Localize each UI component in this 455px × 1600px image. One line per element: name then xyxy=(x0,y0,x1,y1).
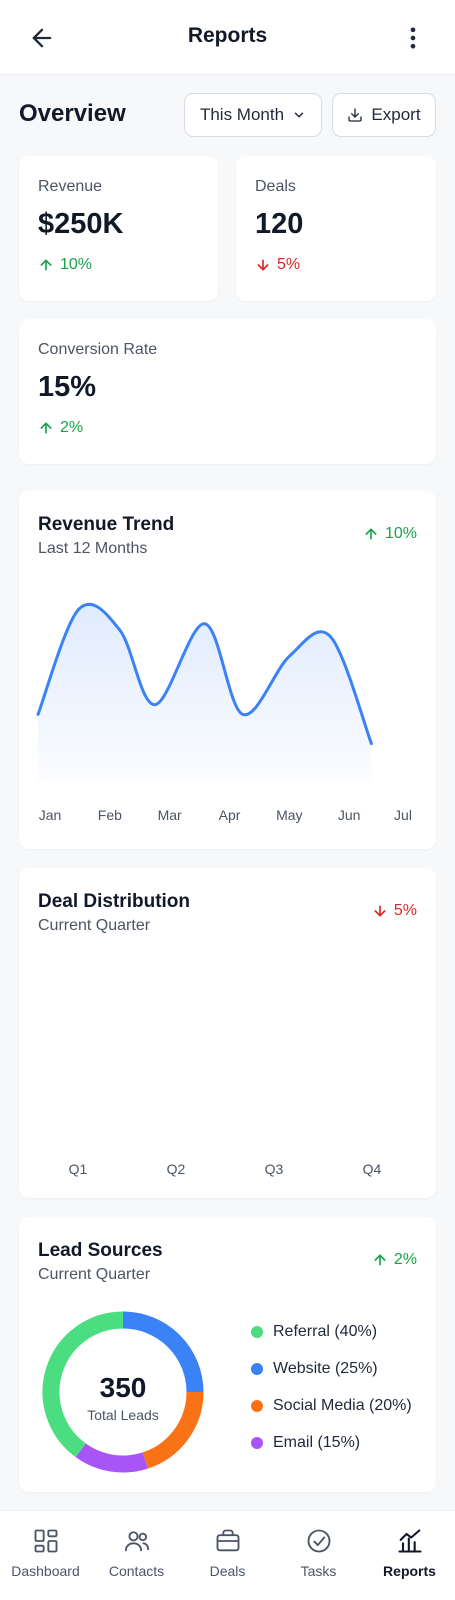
legend-label: Referral (40%) xyxy=(273,1323,378,1340)
card-title: Deal Distribution xyxy=(38,891,191,912)
check-circle-icon xyxy=(307,1529,330,1553)
legend-item-referral: Referral (40%) xyxy=(251,1323,377,1341)
deal-distribution-card: Deal Distribution Current Quarter 5% Q1 Q… xyxy=(19,868,436,1198)
donut-total-label: Total Leads xyxy=(87,1407,159,1423)
export-button-label: Export xyxy=(371,105,421,124)
x-axis-tick-label: Q3 xyxy=(264,1161,284,1177)
card-delta: 2% xyxy=(372,1251,417,1269)
card-delta-value: 2% xyxy=(393,1251,417,1268)
download-icon xyxy=(348,108,363,122)
overview-heading: Overview xyxy=(19,100,126,127)
stat-delta-value: 2% xyxy=(60,419,84,436)
stat-delta-value: 5% xyxy=(277,256,301,273)
revenue-trend-chart xyxy=(36,602,373,781)
legend-dot xyxy=(251,1363,263,1375)
legend-item-website: Website (25%) xyxy=(251,1360,378,1378)
card-title: Lead Sources xyxy=(38,1240,163,1261)
x-axis-tick-label: Feb xyxy=(97,807,122,823)
dashboard-icon xyxy=(34,1529,57,1553)
tab-deals[interactable]: Deals xyxy=(182,1511,273,1600)
arrow-down-icon xyxy=(257,259,269,271)
legend-item-social-media: Social Media (20%) xyxy=(251,1397,412,1415)
arrow-up-icon xyxy=(374,1254,386,1266)
stat-value: $250K xyxy=(38,208,124,240)
card-subtitle: Current Quarter xyxy=(38,1266,151,1283)
card-subtitle: Current Quarter xyxy=(38,917,151,934)
chevron-down-icon xyxy=(294,112,304,118)
x-axis-tick-label: May xyxy=(276,807,303,823)
legend-label: Social Media (20%) xyxy=(273,1397,412,1414)
stat-label: Deals xyxy=(255,178,296,195)
stat-delta: 5% xyxy=(255,256,300,274)
x-axis-tick-label: Q2 xyxy=(166,1161,186,1177)
arrow-up-icon xyxy=(40,259,52,271)
contacts-icon xyxy=(124,1531,149,1552)
x-axis-tick-label: Q1 xyxy=(68,1161,88,1177)
stat-value: 15% xyxy=(38,371,97,403)
revenue-stat-card: Revenue $250K 10% xyxy=(19,156,218,301)
legend-label: Email (15%) xyxy=(273,1434,361,1451)
deals-stat-card: Deals 120 5% xyxy=(236,156,436,301)
x-axis-tick-label: Apr xyxy=(218,807,241,823)
stat-value: 120 xyxy=(255,208,304,240)
more-vertical-icon xyxy=(410,27,416,49)
stat-delta-value: 10% xyxy=(60,256,93,273)
page-title: Reports xyxy=(187,24,268,47)
x-axis-tick-label: Jun xyxy=(337,807,361,823)
top-app-bar: Reports xyxy=(0,0,455,75)
tab-contacts[interactable]: Contacts xyxy=(91,1511,182,1600)
x-axis-tick-label: Jan xyxy=(38,807,62,823)
tab-label: Tasks xyxy=(300,1563,337,1579)
conversion-stat-card: Conversion Rate 15% 2% xyxy=(19,319,436,464)
x-axis-tick-label: Jul xyxy=(394,807,412,823)
tab-label: Reports xyxy=(383,1563,436,1579)
legend-label: Website (25%) xyxy=(273,1360,378,1377)
legend-dot xyxy=(251,1437,263,1449)
arrow-up-icon xyxy=(40,422,52,434)
stat-delta: 2% xyxy=(38,419,83,437)
bottom-tab-bar: Dashboard Contacts Deals Tasks Reports xyxy=(0,1510,455,1600)
tab-label: Dashboard xyxy=(11,1563,80,1579)
revenue-trend-card: Revenue Trend Last 12 Months 10% Jan Feb M… xyxy=(19,491,436,849)
tab-reports[interactable]: Reports xyxy=(364,1511,455,1600)
period-select-label: This Month xyxy=(199,105,285,124)
tab-dashboard[interactable]: Dashboard xyxy=(0,1511,91,1600)
tab-label: Contacts xyxy=(108,1563,165,1579)
legend-dot xyxy=(251,1400,263,1412)
more-options-button[interactable] xyxy=(399,24,427,52)
legend-item-email: Email (15%) xyxy=(251,1434,360,1452)
donut-slice-email xyxy=(75,1443,148,1473)
lead-sources-card: Lead Sources Current Quarter 2% 350 Tota… xyxy=(19,1217,436,1492)
stat-delta: 10% xyxy=(38,256,92,274)
period-select[interactable]: This Month xyxy=(184,93,322,137)
tab-tasks[interactable]: Tasks xyxy=(273,1511,364,1600)
card-delta-value: 5% xyxy=(393,902,417,919)
export-button[interactable]: Export xyxy=(332,93,436,137)
legend-dot xyxy=(251,1326,263,1338)
stat-label: Conversion Rate xyxy=(38,341,158,358)
arrow-down-icon xyxy=(374,905,386,917)
donut-total-value: 350 xyxy=(99,1372,147,1403)
x-axis-tick-label: Mar xyxy=(157,807,182,823)
card-delta: 5% xyxy=(372,902,417,920)
chart-icon xyxy=(397,1529,422,1553)
briefcase-icon xyxy=(216,1529,239,1552)
x-axis-tick-label: Q4 xyxy=(362,1161,382,1177)
tab-label: Deals xyxy=(209,1563,246,1579)
stat-label: Revenue xyxy=(38,178,103,195)
